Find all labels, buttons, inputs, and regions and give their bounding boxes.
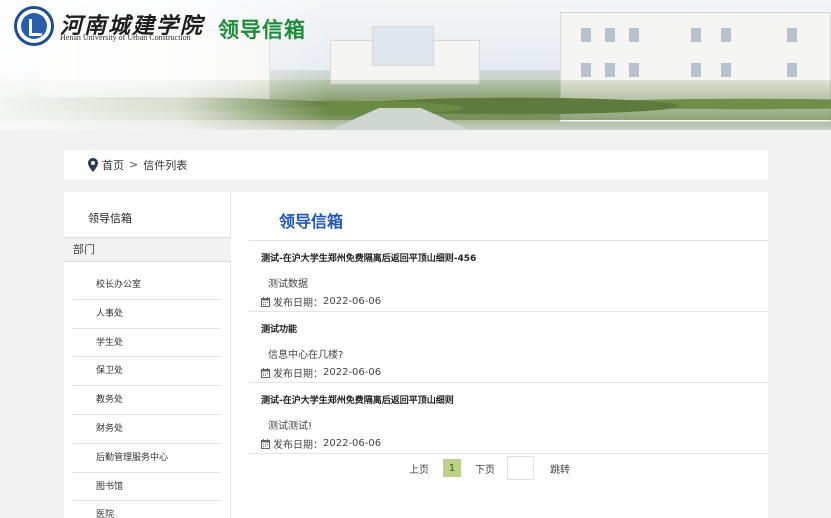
breadcrumb-separator: > — [129, 158, 139, 171]
main-panel: 领导信箱 部门 校长办公室 人事处 学生处 保卫处 教务处 财务处 后勤管理服务… — [64, 192, 768, 518]
jump-button[interactable]: 跳转 — [550, 461, 570, 476]
page-jump-input[interactable] — [507, 456, 534, 480]
date-value: 2022-06-06 — [323, 296, 382, 307]
sidebar-item-finance[interactable]: 财务处 — [73, 415, 221, 444]
page-number-current[interactable]: 1 — [443, 459, 461, 477]
letter-title[interactable]: 测试-在沪大学生郑州免费隔离后返回平顶山细则-456 — [261, 251, 476, 264]
date-prefix: 发布日期： — [273, 369, 323, 380]
letter-date: 发布日期： 2022-06-06 — [261, 365, 381, 380]
letter-description: 信息中心在几楼? — [268, 350, 344, 361]
sidebar-item-student-affairs[interactable]: 学生处 — [73, 329, 221, 358]
letter-list-content: 领导信箱 测试-在沪大学生郑州免费隔离后返回平顶山细则-456 测试数据 发布日… — [231, 192, 768, 518]
letter-description: 测试测试! — [268, 421, 313, 432]
pagination: 上页 1 下页 跳转 — [231, 455, 768, 481]
school-name-en: Henan University of Urban Construction — [60, 33, 191, 42]
next-page-button[interactable]: 下页 — [475, 461, 495, 476]
header-banner: 河南城建学院 Henan University of Urban Constru… — [0, 0, 831, 130]
date-value: 2022-06-06 — [323, 438, 382, 449]
sidebar-item-president-office[interactable]: 校长办公室 — [73, 271, 221, 300]
letter-item[interactable]: 测试功能 信息中心在几楼? 发布日期： 2022-06-06 — [249, 312, 768, 383]
dept-section-header: 部门 — [64, 237, 231, 262]
letter-date: 发布日期： 2022-06-06 — [261, 294, 381, 309]
calendar-icon — [261, 296, 270, 307]
breadcrumb-current: 信件列表 — [143, 158, 188, 172]
dept-list: 校长办公室 人事处 学生处 保卫处 教务处 财务处 后勤管理服务中心 图书馆 医… — [73, 271, 221, 518]
breadcrumb: 首页 > 信件列表 — [64, 150, 768, 179]
calendar-icon — [261, 438, 270, 449]
letter-list: 测试-在沪大学生郑州免费隔离后返回平顶山细则-456 测试数据 发布日期： 20… — [249, 241, 768, 454]
breadcrumb-home-link[interactable]: 首页 — [102, 157, 124, 173]
sidebar-item-logistics[interactable]: 后勤管理服务中心 — [73, 444, 221, 473]
letter-title[interactable]: 测试功能 — [261, 322, 297, 335]
sidebar-item-academic-affairs[interactable]: 教务处 — [73, 386, 221, 415]
sidebar-item-personnel[interactable]: 人事处 — [73, 300, 221, 329]
calendar-icon — [261, 367, 270, 378]
letter-description: 测试数据 — [268, 279, 308, 290]
letter-item[interactable]: 测试-在沪大学生郑州免费隔离后返回平顶山细则-456 测试数据 发布日期： 20… — [249, 241, 768, 312]
letter-date: 发布日期： 2022-06-06 — [261, 436, 381, 451]
prev-page-button[interactable]: 上页 — [409, 461, 429, 476]
letter-title[interactable]: 测试-在沪大学生郑州免费隔离后返回平顶山细则 — [261, 393, 454, 406]
sidebar-item-hospital[interactable]: 医院 — [73, 501, 221, 518]
date-prefix: 发布日期： — [273, 440, 323, 451]
sidebar: 领导信箱 部门 校长办公室 人事处 学生处 保卫处 教务处 财务处 后勤管理服务… — [64, 192, 231, 518]
map-pin-icon — [88, 157, 98, 172]
site-title: 领导信箱 — [218, 18, 306, 42]
letter-item[interactable]: 测试-在沪大学生郑州免费隔离后返回平顶山细则 测试测试! 发布日期： 2022-… — [249, 383, 768, 454]
date-value: 2022-06-06 — [323, 367, 382, 378]
sidebar-item-library[interactable]: 图书馆 — [73, 473, 221, 502]
banner-building-tower — [372, 26, 434, 66]
date-prefix: 发布日期： — [273, 298, 323, 309]
content-title: 领导信箱 — [279, 212, 344, 231]
sidebar-title: 领导信箱 — [88, 212, 132, 225]
school-seal-logo[interactable] — [14, 6, 54, 46]
sidebar-item-security[interactable]: 保卫处 — [73, 357, 221, 387]
